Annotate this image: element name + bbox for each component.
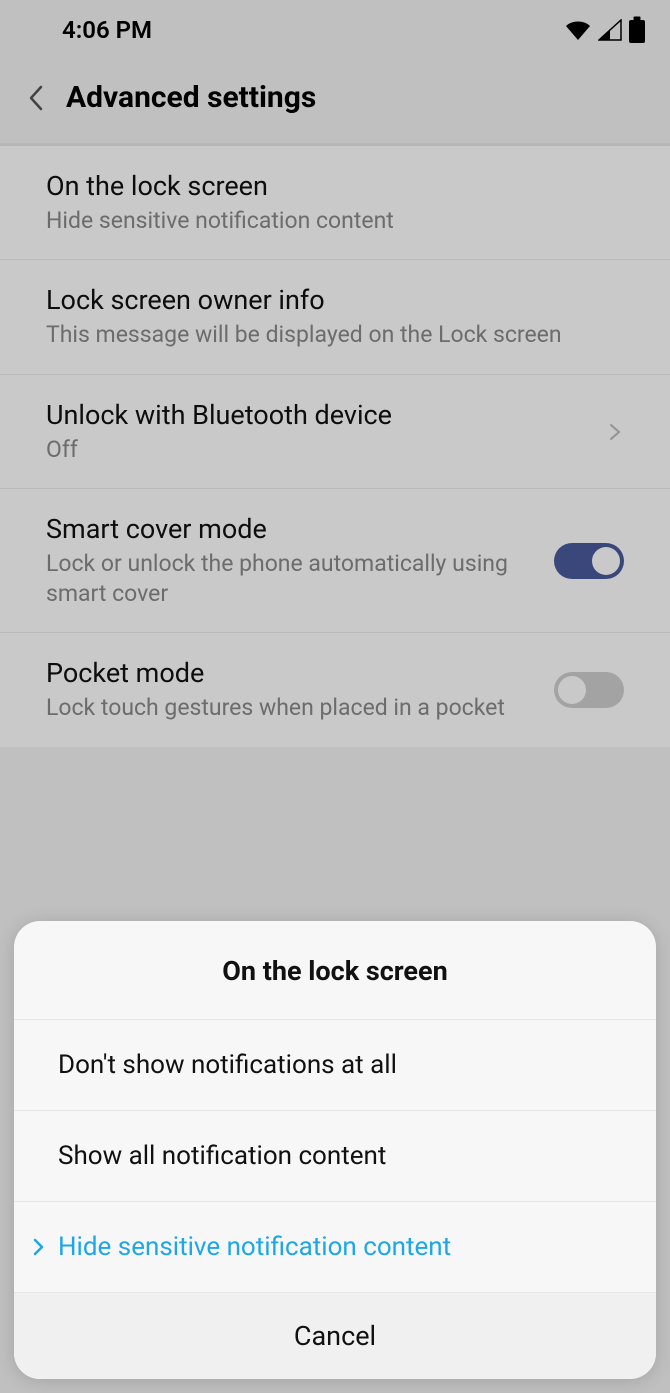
setting-subtitle: Lock touch gestures when placed in a poc… bbox=[46, 693, 538, 722]
setting-lock-screen-notifications[interactable]: On the lock screen Hide sensitive notifi… bbox=[0, 146, 670, 260]
smart-cover-switch[interactable] bbox=[554, 543, 624, 579]
wifi-icon bbox=[564, 19, 592, 41]
cancel-button[interactable]: Cancel bbox=[14, 1293, 656, 1379]
status-time: 4:06 PM bbox=[62, 16, 152, 44]
app-bar: Advanced settings bbox=[0, 56, 670, 143]
option-show-all[interactable]: Show all notification content bbox=[14, 1111, 656, 1202]
setting-title: Smart cover mode bbox=[46, 513, 538, 545]
setting-smart-cover[interactable]: Smart cover mode Lock or unlock the phon… bbox=[0, 489, 670, 633]
setting-owner-info[interactable]: Lock screen owner info This message will… bbox=[0, 260, 670, 374]
option-dont-show[interactable]: Don't show notifications at all bbox=[14, 1020, 656, 1111]
setting-pocket-mode[interactable]: Pocket mode Lock touch gestures when pla… bbox=[0, 633, 670, 746]
pocket-mode-switch[interactable] bbox=[554, 672, 624, 708]
back-button[interactable] bbox=[24, 86, 48, 110]
setting-bluetooth-unlock[interactable]: Unlock with Bluetooth device Off bbox=[0, 375, 670, 489]
setting-subtitle: Lock or unlock the phone automatically u… bbox=[46, 549, 538, 608]
status-icons bbox=[564, 16, 646, 44]
setting-title: Lock screen owner info bbox=[46, 284, 608, 316]
setting-title: Pocket mode bbox=[46, 657, 538, 689]
bottom-sheet: On the lock screen Don't show notificati… bbox=[14, 921, 656, 1379]
settings-list: On the lock screen Hide sensitive notifi… bbox=[0, 146, 670, 747]
status-bar: 4:06 PM bbox=[0, 0, 670, 56]
sheet-title: On the lock screen bbox=[14, 921, 656, 1020]
setting-title: On the lock screen bbox=[46, 170, 608, 202]
setting-title: Unlock with Bluetooth device bbox=[46, 399, 590, 431]
setting-subtitle: Hide sensitive notification content bbox=[46, 206, 608, 235]
setting-subtitle: Off bbox=[46, 435, 590, 464]
battery-icon bbox=[628, 16, 646, 44]
option-hide-sensitive[interactable]: Hide sensitive notification content bbox=[14, 1202, 656, 1293]
cellular-icon bbox=[598, 19, 622, 41]
page-title: Advanced settings bbox=[66, 80, 316, 115]
chevron-right-icon bbox=[606, 423, 624, 441]
chevron-left-icon bbox=[28, 85, 44, 111]
selected-check-icon bbox=[32, 1237, 58, 1257]
setting-subtitle: This message will be displayed on the Lo… bbox=[46, 320, 608, 349]
